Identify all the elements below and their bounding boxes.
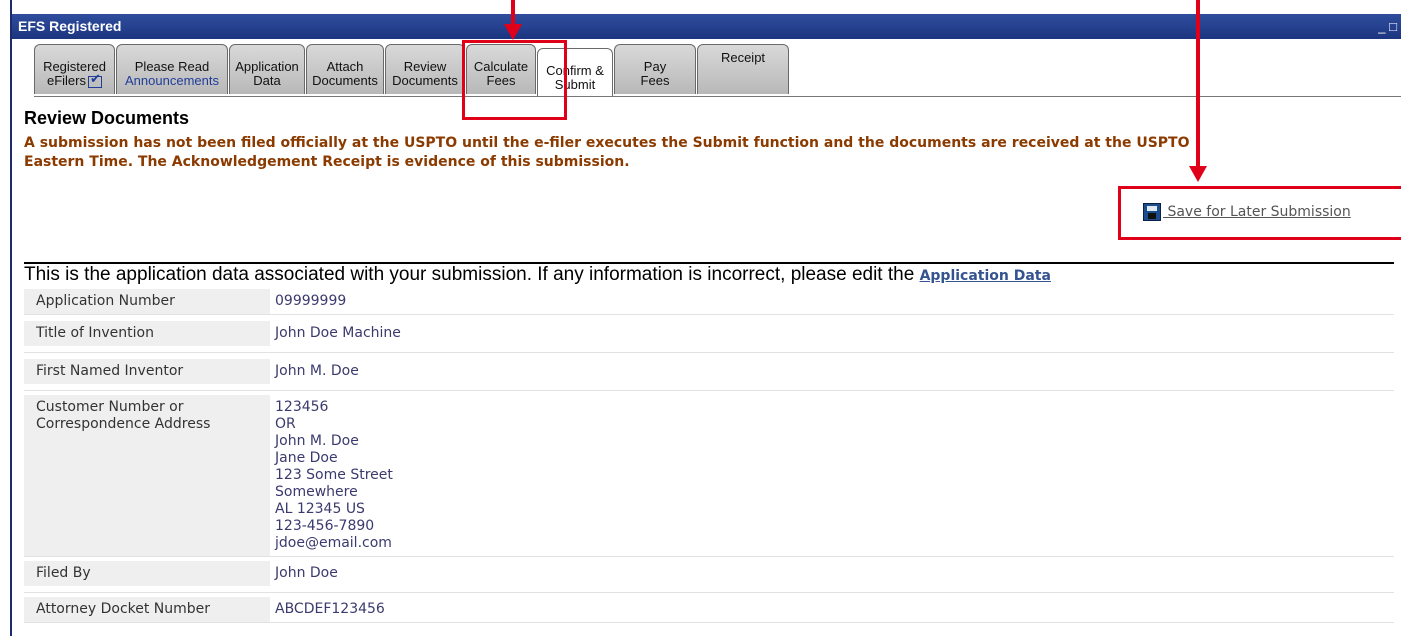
annotation-arrow-review (511, 0, 515, 26)
window-title: EFS Registered (18, 18, 122, 34)
title-of-invention-value: John Doe Machine (275, 325, 401, 341)
tab-attach-documents[interactable]: Attach Documents (306, 44, 384, 94)
attorney-docket-number-value: ABCDEF123456 (275, 601, 385, 617)
tab-registered-efilers[interactable]: Registered eFilers (34, 44, 115, 94)
tab-review-documents[interactable]: Review Documents (385, 44, 465, 94)
row-label: First Named Inventor (24, 359, 270, 384)
table-row: Title of Invention John Doe Machine (24, 315, 1394, 353)
highlight-review-documents (462, 40, 567, 120)
application-data-link[interactable]: Application Data (920, 268, 1051, 284)
table-row: Application Number 09999999 (24, 289, 1394, 315)
row-label: Attorney Docket Number (24, 597, 270, 622)
tab-pay-fees[interactable]: Pay Fees (614, 44, 696, 94)
application-data-table: Application Number 09999999 Title of Inv… (24, 289, 1394, 623)
application-number-value: 09999999 (275, 293, 347, 309)
highlight-save-for-later (1118, 186, 1401, 240)
window-title-bar: EFS Registered _ □ (12, 14, 1401, 39)
tab-please-read[interactable]: Please Read Announcements (116, 44, 228, 94)
annotation-arrowhead-save (1189, 166, 1207, 182)
row-label: Customer Number or Correspondence Addres… (24, 395, 270, 556)
table-row: Filed By John Doe (24, 557, 1394, 593)
checkmark-icon (88, 72, 102, 88)
correspondence-address-value: 123456 OR John M. Doe Jane Doe 123 Some … (275, 399, 393, 551)
table-row: Customer Number or Correspondence Addres… (24, 391, 1394, 557)
row-label: Title of Invention (24, 321, 270, 346)
table-row: First Named Inventor John M. Doe (24, 353, 1394, 391)
section-title: Review Documents (24, 108, 190, 128)
first-named-inventor-value: John M. Doe (275, 363, 359, 379)
application-data-heading: This is the application data associated … (24, 264, 1051, 285)
table-row: Attorney Docket Number ABCDEF123456 (24, 593, 1394, 623)
annotation-arrowhead-review (504, 24, 522, 40)
row-label: Filed By (24, 561, 270, 586)
filed-by-value: John Doe (275, 565, 338, 581)
window-controls[interactable]: _ □ (1378, 14, 1397, 39)
annotation-arrow-save (1196, 0, 1200, 168)
row-label: Application Number (24, 289, 270, 314)
tab-receipt[interactable]: Receipt (697, 44, 789, 94)
tab-application-data[interactable]: Application Data (229, 44, 305, 94)
